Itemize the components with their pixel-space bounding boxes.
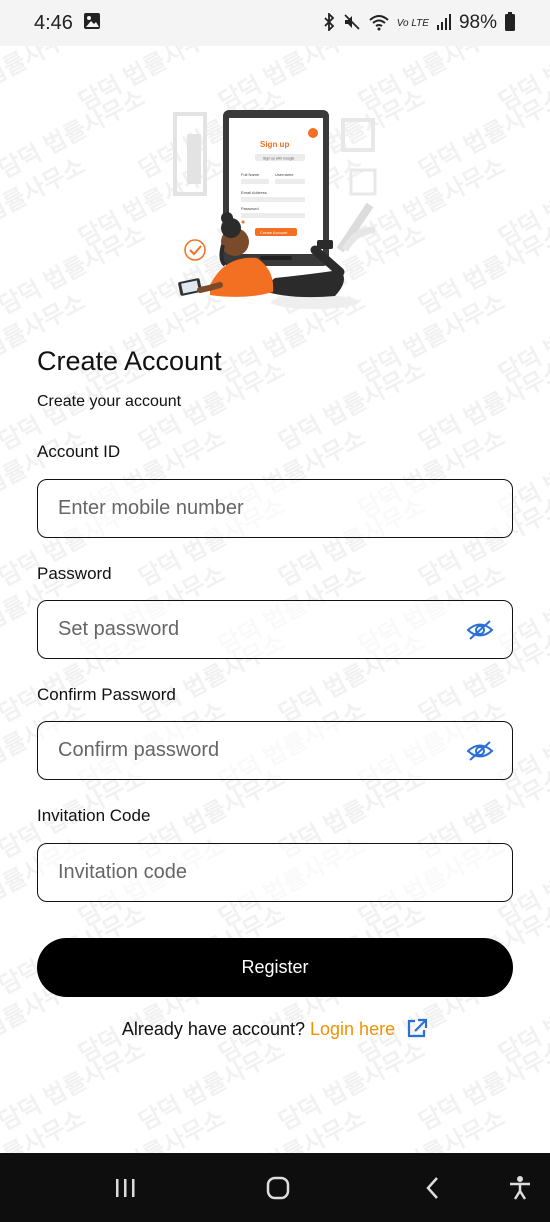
watermark-text: 담덕 법률사무소 <box>0 152 90 252</box>
battery-icon <box>504 11 516 35</box>
watermark-text: 담덕 법률사무소 <box>494 288 550 388</box>
watermark-text: 담덕 법률사무소 <box>0 1036 150 1136</box>
watermark-text: 담덕 법률사무소 <box>414 1036 550 1136</box>
watermark-text: 담덕 법률사무소 <box>0 46 90 116</box>
invitation-code-field[interactable] <box>37 843 513 902</box>
login-prompt: Already have account? <box>121 1019 305 1039</box>
gallery-icon <box>83 12 101 35</box>
watermark-text: 담덕 법률사무소 <box>414 220 550 320</box>
confirm-password-input[interactable] <box>56 738 466 763</box>
status-bar: 4:46 Vo LTE 98% <box>0 0 550 46</box>
bluetooth-icon <box>322 11 336 34</box>
mute-icon <box>343 13 361 34</box>
hero-illustration: Sign up Sign up with Google Full Name Us… <box>165 100 395 320</box>
watermark-text: 담덕 법률사무소 <box>0 220 150 320</box>
watermark-text: 담덕 법률사무소 <box>494 152 550 252</box>
nav-bar <box>0 1153 550 1222</box>
confirm-password-label: Confirm Password <box>37 685 176 704</box>
volte-label: Vo LTE <box>396 17 429 29</box>
hero-card-button: Create Account <box>260 230 288 235</box>
watermark-text: 담덕 법률사무소 <box>134 1036 290 1136</box>
watermark-text: 담덕 법률사무소 <box>351 1098 510 1153</box>
register-screen: 담덕 법률사무소담덕 법률사무소담덕 법률사무소담덕 법률사무소담덕 법률사무소… <box>0 46 550 1153</box>
watermark-text: 담덕 법률사무소 <box>414 356 550 456</box>
eye-off-icon[interactable] <box>466 737 494 765</box>
accessibility-icon[interactable] <box>505 1173 535 1203</box>
watermark-text: 담덕 법률사무소 <box>0 1098 90 1153</box>
login-row: Already have account? Login here <box>0 1018 550 1043</box>
eye-off-icon[interactable] <box>466 616 494 644</box>
invitation-code-label: Invitation Code <box>37 806 151 825</box>
watermark-text: 담덕 법률사무소 <box>71 1098 230 1153</box>
login-link[interactable]: Login here <box>310 1019 395 1039</box>
wifi-icon <box>368 13 390 34</box>
invitation-code-input[interactable] <box>56 860 494 885</box>
watermark-text: 담덕 법률사무소 <box>274 356 430 456</box>
signal-icon <box>436 13 452 34</box>
back-icon[interactable] <box>418 1173 448 1203</box>
home-icon[interactable] <box>263 1173 293 1203</box>
hero-card-email: Email Address <box>241 190 267 195</box>
hero-card-google: Sign up with Google <box>263 157 294 161</box>
password-field[interactable] <box>37 600 513 659</box>
battery-percent: 98% <box>458 12 497 33</box>
watermark-text: 담덕 법률사무소 <box>491 1098 550 1153</box>
hero-card-username: Username <box>275 172 294 177</box>
page-title: Create Account <box>37 346 222 376</box>
password-input[interactable] <box>56 617 466 642</box>
watermark-text: 담덕 법률사무소 <box>0 84 150 184</box>
external-link-icon[interactable] <box>406 1018 428 1043</box>
page-subtitle: Create your account <box>37 393 182 410</box>
register-button[interactable]: Register <box>37 938 513 997</box>
hero-card-full-name: Full Name <box>241 172 260 177</box>
hero-card-password: Password <box>241 206 259 211</box>
password-label: Password <box>37 564 112 583</box>
confirm-password-field[interactable] <box>37 721 513 780</box>
account-id-input[interactable] <box>56 496 494 521</box>
watermark-text: 담덕 법률사무소 <box>414 84 550 184</box>
watermark-text: 담덕 법률사무소 <box>211 1098 370 1153</box>
account-id-label: Account ID <box>37 442 121 461</box>
account-id-field[interactable] <box>37 479 513 538</box>
recents-icon[interactable] <box>110 1173 140 1203</box>
watermark-text: 담덕 법률사무소 <box>494 46 550 116</box>
hero-card-title: Sign up <box>260 140 289 149</box>
watermark-text: 담덕 법률사무소 <box>274 1036 430 1136</box>
status-time: 4:46 <box>34 11 73 34</box>
